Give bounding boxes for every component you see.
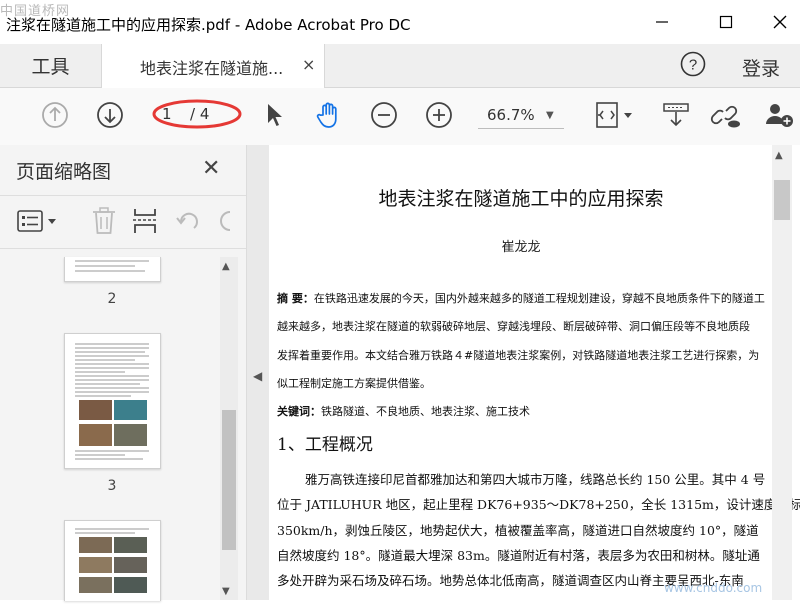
tab-tools[interactable]: 工具 [0, 44, 101, 87]
abstract-label: 摘 要： [277, 292, 314, 305]
body-line: 位于 JATILUHUR 地区，起止里程 DK76+935～DK78+250，全… [277, 497, 800, 512]
undo-icon [176, 212, 198, 229]
thumbnail-panel-close-button[interactable]: ✕ [202, 156, 220, 181]
hand-tool-button[interactable] [313, 100, 345, 130]
svg-text:?: ? [689, 57, 697, 74]
minimize-icon [656, 21, 668, 23]
page-thumbnail-2[interactable] [64, 257, 161, 282]
keywords-line: 关键词：铁路隧道、不良地质、地表注浆、施工技术 [277, 403, 530, 419]
thumbnail-panel-title: 页面缩略图 [16, 161, 112, 183]
watermark-top: 中国道桥网 [0, 4, 71, 19]
share-link-button[interactable] [708, 100, 742, 130]
zoom-in-button[interactable] [425, 100, 453, 130]
hand-icon [316, 102, 337, 128]
select-cursor-icon [268, 104, 282, 126]
delete-pages-button[interactable] [90, 206, 118, 240]
zoom-dropdown-caret[interactable]: ▼ [546, 110, 554, 121]
body-line: 自然坡度约 18°。隧道最大埋深 83m。隧道附近有村落，表层多为农田和树林。隧… [277, 548, 760, 563]
insert-pages-icon [133, 209, 157, 233]
link-icon [710, 105, 740, 128]
add-user-button[interactable] [762, 100, 796, 130]
tab-document-label[interactable]: 地表注浆在隧道施... [140, 55, 283, 79]
document-author: 崔龙龙 [501, 240, 541, 255]
thumbnail-number: 2 [107, 291, 117, 307]
select-tool-button[interactable] [262, 100, 286, 130]
next-page-button[interactable] [95, 100, 125, 130]
scroll-mode-button[interactable] [660, 100, 692, 130]
maximize-button[interactable] [712, 10, 740, 34]
document-scrollbar-thumb[interactable] [774, 180, 790, 220]
options-menu-icon [17, 210, 56, 232]
page-thumbnail-3[interactable] [64, 333, 161, 469]
help-circle-icon[interactable]: ? [680, 51, 706, 77]
scroll-up-arrow[interactable]: ▲ [222, 261, 230, 272]
zoom-field-underline [478, 128, 564, 129]
thumbnail-scrollbar-thumb[interactable] [222, 410, 236, 550]
body-line: 雅万高铁连接印尼首都雅加达和第四大城市万隆，线路总长约 150 公里。其中 4 … [305, 472, 766, 487]
maximize-icon [719, 15, 733, 29]
abstract-line: 摘 要：在铁路迅速发展的今天，国内外越来越多的隧道工程规划建设，穿越不良地质条件… [277, 292, 765, 305]
redo-icon [220, 211, 231, 231]
body-line: 350km/h，剥蚀丘陵区，地势起伏大，植被覆盖率高，隧道进口自然坡度约 10°… [277, 523, 759, 538]
options-menu-button[interactable] [16, 208, 60, 238]
minimize-button[interactable] [648, 10, 676, 34]
zoom-out-button[interactable] [370, 100, 398, 130]
insert-pages-button[interactable] [131, 206, 159, 240]
zoom-level[interactable]: 66.7% [487, 106, 535, 124]
fit-page-icon [596, 102, 632, 128]
keywords-text: 铁路隧道、不良地质、地表注浆、施工技术 [321, 405, 530, 418]
collapse-panel-icon[interactable]: ◀ [253, 369, 262, 383]
fit-page-button[interactable] [590, 100, 636, 130]
abstract-line: 发挥着重要作用。本文结合雅万铁路４#隧道地表注浆案例，对铁路隧道地表注浆工艺进行… [277, 349, 760, 362]
abstract-line: 越来越多，地表注浆在隧道的软弱破碎地层、穿越浅埋段、断层破碎带、洞口偏压段等不良… [277, 320, 750, 333]
down-arrow-icon [97, 102, 123, 128]
thumbnail-number: 3 [107, 478, 117, 494]
up-arrow-icon [42, 102, 68, 128]
scroll-mode-icon [663, 103, 689, 127]
doc-scroll-up-arrow[interactable]: ▲ [775, 150, 783, 161]
add-user-icon [766, 104, 793, 127]
highlight-oval [152, 99, 242, 129]
undo-button[interactable] [174, 207, 202, 239]
tab-close-button[interactable]: × [302, 55, 315, 74]
redo-button[interactable] [214, 207, 234, 239]
keywords-label: 关键词： [277, 405, 321, 418]
delete-icon [93, 207, 115, 234]
page-thumbnail-4[interactable] [64, 520, 161, 601]
login-button[interactable]: 登录 [742, 54, 780, 81]
scroll-down-arrow[interactable]: ▼ [222, 586, 230, 597]
close-icon [773, 15, 787, 29]
previous-page-button[interactable] [40, 100, 70, 130]
zoom-in-icon [426, 102, 452, 128]
watermark-bottom: www.cnddo.com [664, 581, 763, 595]
document-title: 地表注浆在隧道施工中的应用探索 [378, 188, 664, 210]
zoom-out-icon [371, 102, 397, 128]
window-close-button[interactable] [766, 10, 794, 34]
abstract-line: 似工程制定施工方案提供借鉴。 [277, 377, 431, 390]
section-heading: 1、工程概况 [277, 435, 373, 455]
